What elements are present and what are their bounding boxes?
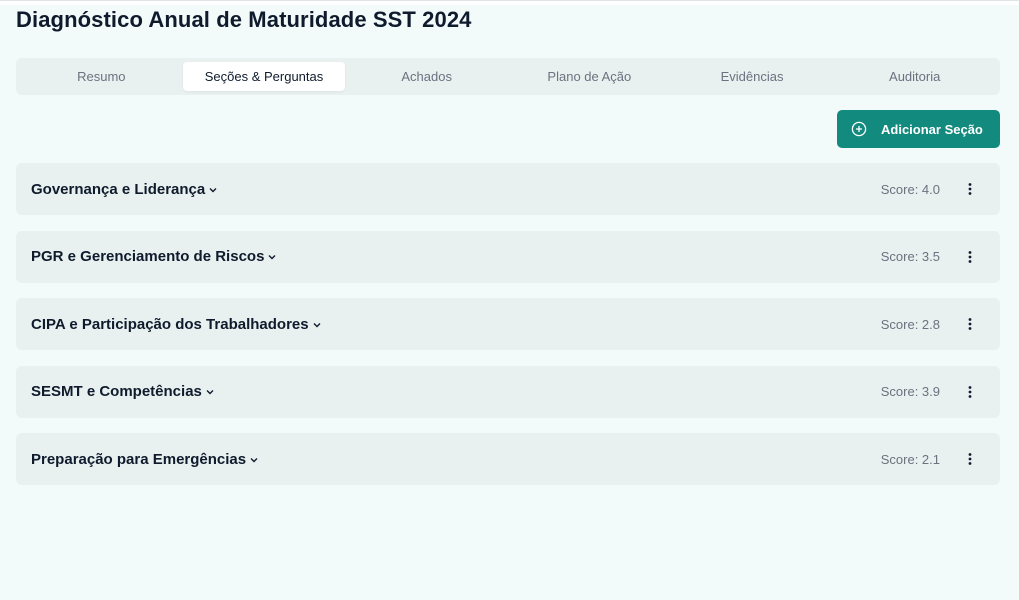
tab-secoes-perguntas[interactable]: Seções & Perguntas xyxy=(182,62,346,91)
more-vertical-icon[interactable] xyxy=(960,447,980,471)
section-item-governanca[interactable]: Governança e Liderança Score: 4.0 xyxy=(16,163,1000,215)
chevron-down-icon[interactable] xyxy=(312,320,322,330)
section-item-sesmt[interactable]: SESMT e Competências Score: 3.9 xyxy=(16,365,1000,418)
tab-achados[interactable]: Achados xyxy=(345,62,508,91)
tab-auditoria[interactable]: Auditoria xyxy=(833,62,996,91)
section-title: SESMT e Competências xyxy=(31,383,202,400)
tab-plano-de-acao[interactable]: Plano de Ação xyxy=(508,62,671,91)
section-title: CIPA e Participação dos Trabalhadores xyxy=(31,315,309,333)
section-item-emergencias[interactable]: Preparação para Emergências Score: 2.1 xyxy=(16,433,1000,485)
tab-bar: Resumo Seções & Perguntas Achados Plano … xyxy=(16,58,1000,95)
section-title: PGR e Gerenciamento de Riscos xyxy=(31,248,265,265)
chevron-down-icon[interactable] xyxy=(267,252,277,262)
tab-resumo[interactable]: Resumo xyxy=(20,62,183,91)
sections-list: Governança e Liderança Score: 4.0 PGR e … xyxy=(16,163,1000,501)
section-score: Score: 2.1 xyxy=(880,451,940,467)
section-title: Preparação para Emergências xyxy=(31,450,247,468)
more-vertical-icon[interactable] xyxy=(960,380,980,404)
section-score: Score: 2.8 xyxy=(880,316,940,332)
add-section-button[interactable]: Adicionar Seção xyxy=(837,110,1000,148)
section-title: Governança e Liderança xyxy=(31,180,206,198)
plus-circle-icon xyxy=(851,121,867,137)
section-score: Score: 3.5 xyxy=(880,249,940,264)
chevron-down-icon[interactable] xyxy=(249,455,259,465)
section-score: Score: 4.0 xyxy=(880,181,940,197)
add-section-label: Adicionar Seção xyxy=(881,121,983,137)
window-top-border xyxy=(0,0,1019,5)
page-title: Diagnóstico Anual de Maturidade SST 2024 xyxy=(16,7,472,32)
section-item-cipa[interactable]: CIPA e Participação dos Trabalhadores Sc… xyxy=(16,298,1000,350)
chevron-down-icon[interactable] xyxy=(205,387,215,397)
tab-evidencias[interactable]: Evidências xyxy=(671,62,834,91)
section-score: Score: 3.9 xyxy=(880,384,940,399)
more-vertical-icon[interactable] xyxy=(960,245,980,269)
chevron-down-icon[interactable] xyxy=(208,185,218,195)
more-vertical-icon[interactable] xyxy=(960,177,980,201)
section-item-pgr[interactable]: PGR e Gerenciamento de Riscos Score: 3.5 xyxy=(16,230,1000,283)
more-vertical-icon[interactable] xyxy=(960,312,980,336)
